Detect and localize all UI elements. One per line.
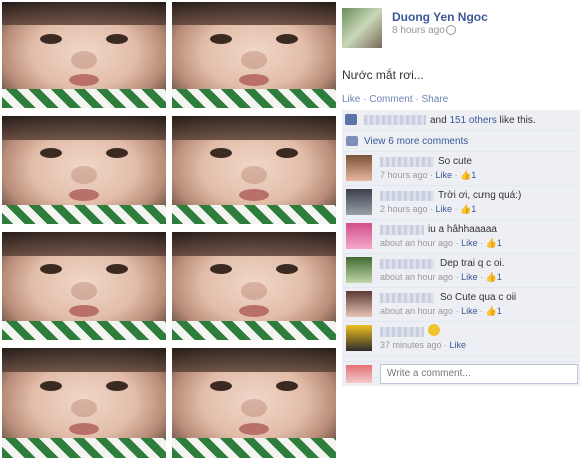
avatar[interactable] (346, 325, 372, 351)
comment-item: So cute 7 hours ago · Like · 👍1 (342, 152, 580, 186)
baby-photo[interactable] (2, 116, 166, 224)
comment-text: Trời ơi, cưng quá:) (438, 190, 522, 201)
comment-like-count[interactable]: 1 (497, 238, 502, 248)
comment-like-link[interactable]: Like (436, 204, 453, 214)
comment-input[interactable]: Write a comment... (380, 364, 578, 384)
likes-row: and 151 others like this. (342, 110, 580, 131)
baby-photo[interactable] (172, 348, 336, 458)
comment-text: iu a hâhhaaaaa (428, 224, 497, 235)
comment-time[interactable]: 37 minutes ago (380, 340, 442, 350)
comment-meta: 37 minutes ago · Like (380, 340, 467, 350)
comment-meta: 2 hours ago · Like · 👍1 (380, 204, 477, 214)
comment-time[interactable]: about an hour ago (380, 272, 453, 282)
like-count-icon: 👍 (485, 306, 497, 316)
blurred-name (364, 115, 426, 125)
blurred-name (380, 327, 424, 337)
comment-like-count[interactable]: 1 (497, 272, 502, 282)
like-link[interactable]: Like (342, 94, 360, 105)
baby-photo[interactable] (172, 232, 336, 340)
comment-item: iu a hâhhaaaaa about an hour ago · Like … (342, 220, 580, 254)
blurred-name (380, 293, 434, 303)
comment-placeholder: Write a comment... (387, 368, 471, 379)
like-count-icon: 👍 (460, 170, 472, 180)
baby-photo[interactable] (2, 2, 166, 108)
comment-text: So cute (438, 156, 472, 167)
avatar[interactable] (346, 189, 372, 215)
comment-like-link[interactable]: Like (461, 306, 478, 316)
baby-photo[interactable] (2, 232, 166, 340)
avatar[interactable] (346, 257, 372, 283)
blurred-name (380, 157, 434, 167)
like-count-icon: 👍 (460, 204, 472, 214)
baby-photo[interactable] (172, 116, 336, 224)
comment-like-link[interactable]: Like (436, 170, 453, 180)
comment-like-count[interactable]: 1 (471, 204, 476, 214)
comment-time[interactable]: 2 hours ago (380, 204, 428, 214)
blurred-name (380, 191, 434, 201)
avatar[interactable] (346, 155, 372, 181)
like-count-icon: 👍 (485, 238, 497, 248)
likes-others-link[interactable]: 151 others (449, 115, 496, 126)
comment-meta: about an hour ago · Like · 👍1 (380, 238, 502, 248)
comment-bubble-icon (346, 136, 358, 146)
comment-item: Trời ơi, cưng quá:) 2 hours ago · Like ·… (342, 186, 580, 220)
comment-meta: about an hour ago · Like · 👍1 (380, 272, 502, 282)
baby-photo[interactable] (172, 2, 336, 108)
likes-text: and 151 others like this. (430, 115, 536, 126)
comment-like-count[interactable]: 1 (471, 170, 476, 180)
status-text: Nước mắt rơi... (342, 68, 424, 82)
likes-suffix: like this. (499, 115, 536, 126)
comment-like-link[interactable]: Like (461, 272, 478, 282)
post-panel: Duong Yen Ngoc 8 hours ago Nước mắt rơi.… (338, 0, 580, 458)
share-link[interactable]: Share (422, 94, 449, 105)
comment-link[interactable]: Comment (369, 94, 412, 105)
like-count-icon: 👍 (485, 272, 497, 282)
post-time[interactable]: 8 hours ago (392, 25, 445, 36)
comment-item: 37 minutes ago · Like (342, 322, 580, 356)
comment-like-link[interactable]: Like (461, 238, 478, 248)
view-more-comments[interactable]: View 6 more comments (342, 131, 580, 152)
comment-time[interactable]: 7 hours ago (380, 170, 428, 180)
poster-name[interactable]: Duong Yen Ngoc (392, 10, 488, 24)
baby-photo[interactable] (2, 348, 166, 458)
like-thumb-icon (345, 114, 357, 125)
comment-like-link[interactable]: Like (450, 340, 467, 350)
poster-avatar[interactable] (342, 8, 382, 48)
write-comment-row: Write a comment... (342, 361, 580, 386)
comment-item: So Cute qua c oii about an hour ago · Li… (342, 288, 580, 322)
avatar[interactable] (346, 291, 372, 317)
blurred-name (380, 259, 434, 269)
smiley-icon (428, 324, 440, 336)
post-actions: Like · Comment · Share (342, 94, 449, 105)
avatar[interactable] (346, 365, 372, 383)
comment-item: Dep trai q c oi. about an hour ago · Lik… (342, 254, 580, 288)
blurred-name (380, 225, 424, 235)
comment-meta: about an hour ago · Like · 👍1 (380, 306, 502, 316)
comment-time[interactable]: about an hour ago (380, 238, 453, 248)
comment-area: and 151 others like this. View 6 more co… (342, 110, 580, 386)
comment-text: Dep trai q c oi. (440, 258, 505, 269)
photo-grid (0, 0, 336, 458)
globe-icon (446, 25, 456, 35)
comment-meta: 7 hours ago · Like · 👍1 (380, 170, 477, 180)
comment-time[interactable]: about an hour ago (380, 306, 453, 316)
likes-and: and (430, 115, 447, 126)
comment-like-count[interactable]: 1 (497, 306, 502, 316)
comment-text: So Cute qua c oii (440, 292, 517, 303)
view-more-label[interactable]: View 6 more comments (364, 136, 468, 147)
avatar[interactable] (346, 223, 372, 249)
